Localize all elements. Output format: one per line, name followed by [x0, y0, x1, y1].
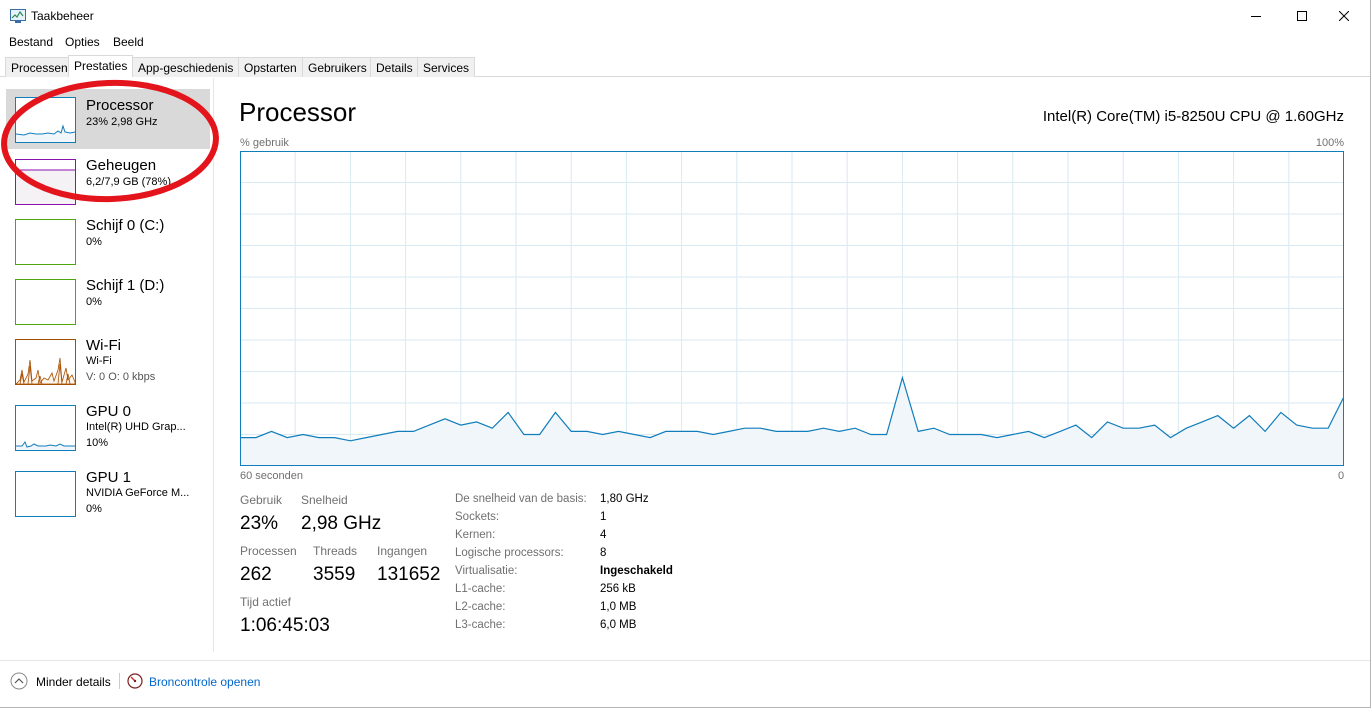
gpu-0-thumbnail — [15, 405, 76, 451]
sidebar-item-processor[interactable]: Processor 23% 2,98 GHz — [6, 89, 210, 149]
processor-thumbnail — [15, 97, 76, 143]
close-button[interactable] — [1321, 0, 1367, 32]
sidebar: Processor 23% 2,98 GHz Geheugen 6,2/7,9 … — [0, 78, 214, 652]
info-label-cores: Kernen: — [455, 529, 496, 541]
speed-label: Snelheid — [301, 493, 348, 507]
tab-opstarten[interactable]: Opstarten — [238, 57, 303, 77]
sidebar-item-label: Geheugen — [86, 157, 157, 174]
sidebar-item-value-2: V: 0 O: 0 kbps — [86, 371, 156, 383]
info-value-l3-cache: 6,0 MB — [600, 619, 637, 631]
sidebar-item-value: Intel(R) UHD Grap... — [86, 421, 186, 433]
sidebar-item-value: NVIDIA GeForce M... — [86, 487, 190, 499]
page-title: Processor — [239, 97, 357, 127]
menu-bestand[interactable]: Bestand — [9, 35, 53, 49]
sidebar-item-label: GPU 0 — [86, 403, 132, 420]
title-bar: Taakbeheer — [0, 0, 1371, 32]
task-manager-icon — [10, 9, 26, 23]
footer: Minder details Broncontrole openen — [0, 660, 1371, 708]
menu-bar: Bestand Opties Beeld — [0, 33, 1371, 53]
menu-opties[interactable]: Opties — [65, 35, 100, 49]
graph-y-label: % gebruik — [240, 137, 289, 149]
less-details-link[interactable]: Minder details — [36, 675, 111, 689]
graph-x-left-label: 60 seconden — [240, 470, 303, 482]
gpu-1-thumbnail — [15, 471, 76, 517]
sidebar-item-value-2: 0% — [86, 503, 102, 515]
info-value-l2-cache: 1,0 MB — [600, 601, 637, 613]
sidebar-item-geheugen[interactable]: Geheugen 6,2/7,9 GB (78%) — [6, 149, 210, 209]
info-value-virtualization: Ingeschakeld — [600, 565, 673, 577]
resource-monitor-link[interactable]: Broncontrole openen — [149, 675, 260, 689]
sidebar-item-schijf-1[interactable]: Schijf 1 (D:) 0% — [6, 269, 210, 329]
graph-x-right-label: 0 — [1338, 470, 1345, 482]
cpu-model: Intel(R) Core(TM) i5-8250U CPU @ 1.60GHz — [1042, 108, 1344, 125]
sidebar-item-value-2: 10% — [86, 437, 109, 449]
sidebar-item-value: Wi-Fi — [86, 355, 112, 367]
usage-value: 23% — [240, 513, 279, 534]
sidebar-item-value: 0% — [86, 236, 102, 248]
info-value-cores: 4 — [600, 529, 607, 541]
sidebar-item-label: Processor — [86, 97, 154, 114]
memory-thumbnail — [15, 159, 76, 205]
info-label-l1-cache: L1-cache: — [455, 583, 506, 595]
disk-0-thumbnail — [15, 219, 76, 265]
info-value-sockets: 1 — [600, 511, 607, 523]
tab-app-geschiedenis[interactable]: App-geschiedenis — [132, 57, 240, 77]
usage-label: Gebruik — [240, 493, 283, 507]
tab-details[interactable]: Details — [370, 57, 419, 77]
tab-gebruikers[interactable]: Gebruikers — [302, 57, 373, 77]
tab-strip: Processen Prestaties App-geschiedenis Op… — [0, 55, 1371, 77]
sidebar-item-wifi[interactable]: Wi-Fi Wi-Fi V: 0 O: 0 kbps — [6, 329, 210, 393]
info-value-logical-processors: 8 — [600, 547, 607, 559]
tab-services[interactable]: Services — [417, 57, 476, 77]
minimize-icon — [1251, 16, 1261, 17]
sidebar-item-value: 6,2/7,9 GB (78%) — [86, 176, 171, 188]
sidebar-item-label: Schijf 1 (D:) — [86, 277, 165, 294]
maximize-icon — [1297, 11, 1307, 21]
info-label-l2-cache: L2-cache: — [455, 601, 506, 613]
threads-label: Threads — [313, 544, 358, 558]
info-label-logical-processors: Logische processors: — [455, 547, 564, 559]
info-value-base-speed: 1,80 GHz — [600, 493, 649, 505]
cpu-usage-graph — [240, 151, 1344, 466]
speed-value: 2,98 GHz — [301, 513, 382, 534]
info-label-l3-cache: L3-cache: — [455, 619, 506, 631]
sidebar-item-value: 23% 2,98 GHz — [86, 116, 158, 128]
info-label-sockets: Sockets: — [455, 511, 500, 523]
sidebar-item-gpu-0[interactable]: GPU 0 Intel(R) UHD Grap... 10% — [6, 395, 210, 459]
uptime-label: Tijd actief — [240, 595, 291, 609]
footer-divider — [119, 673, 120, 689]
sidebar-item-label: GPU 1 — [86, 469, 132, 486]
processes-label: Processen — [240, 544, 297, 558]
sidebar-item-gpu-1[interactable]: GPU 1 NVIDIA GeForce M... 0% — [6, 461, 210, 525]
threads-value: 3559 — [313, 564, 356, 585]
info-label-virtualization: Virtualisatie: — [455, 565, 518, 577]
tab-processen[interactable]: Processen — [5, 57, 74, 77]
handles-value: 131652 — [377, 564, 441, 585]
window-title: Taakbeheer — [31, 9, 94, 23]
sidebar-item-value: 0% — [86, 296, 102, 308]
tab-prestaties[interactable]: Prestaties — [68, 55, 134, 77]
uptime-value: 1:06:45:03 — [240, 615, 330, 636]
disk-1-thumbnail — [15, 279, 76, 325]
processes-value: 262 — [240, 564, 272, 585]
chevron-up-icon[interactable] — [10, 672, 28, 690]
menu-beeld[interactable]: Beeld — [113, 35, 144, 49]
sidebar-item-schijf-0[interactable]: Schijf 0 (C:) 0% — [6, 209, 210, 269]
info-label-base-speed: De snelheid van de basis: — [455, 493, 587, 505]
info-value-l1-cache: 256 kB — [600, 583, 636, 595]
graph-y-max-label: 100% — [1315, 137, 1344, 149]
sidebar-item-label: Schijf 0 (C:) — [86, 217, 165, 234]
minimize-button[interactable] — [1233, 0, 1279, 32]
maximize-button[interactable] — [1279, 0, 1325, 32]
close-icon — [1339, 11, 1349, 21]
resource-monitor-icon[interactable] — [127, 673, 143, 689]
handles-label: Ingangen — [377, 544, 428, 558]
wifi-thumbnail — [15, 339, 76, 385]
sidebar-item-label: Wi-Fi — [86, 337, 121, 354]
